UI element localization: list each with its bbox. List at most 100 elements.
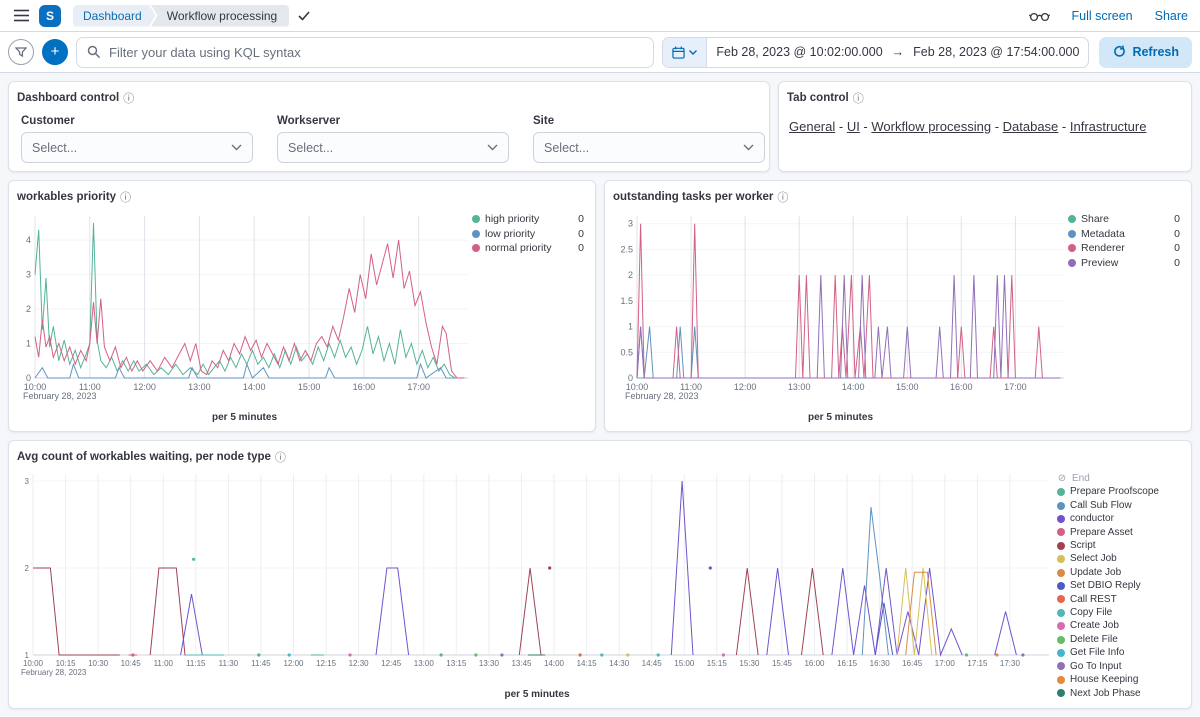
legend-item[interactable]: Renderer 0 [1068, 241, 1180, 256]
legend-label: Delete File [1070, 633, 1118, 645]
add-filter-button[interactable]: + [42, 39, 68, 65]
breadcrumb-current[interactable]: Workflow processing [150, 4, 290, 27]
legend-dot [1057, 488, 1065, 497]
avg-workables-chart[interactable]: 12310:00February 28, 202310:15 10:30 10:45… [17, 468, 1057, 683]
control-label: Site [533, 115, 555, 127]
breadcrumb: Dashboard Workflow processing [73, 4, 310, 27]
workables-priority-chart[interactable]: 0123410:00February 28, 202311:00 12:00 13:… [17, 208, 472, 406]
share-button[interactable]: Share [1155, 9, 1188, 23]
menu-button[interactable] [12, 7, 31, 24]
breadcrumb-dashboard[interactable]: Dashboard [73, 5, 156, 27]
svg-text:11:45: 11:45 [251, 659, 271, 668]
filters-menu-button[interactable] [8, 39, 34, 65]
legend-item[interactable]: high priority 0 [472, 212, 584, 227]
svg-text:16:00: 16:00 [353, 382, 376, 392]
info-icon[interactable]: ⓘ [777, 189, 788, 205]
legend-item[interactable]: low priority 0 [472, 227, 584, 242]
control-customer: Customer Select... [21, 115, 253, 163]
legend-item[interactable]: Select Job [1057, 552, 1185, 565]
saved-check-icon[interactable] [298, 10, 310, 21]
legend-value: 0 [578, 227, 584, 240]
legend-item[interactable]: Call REST [1057, 593, 1185, 606]
refresh-label: Refresh [1132, 45, 1179, 59]
legend-item[interactable]: Prepare Proofscope [1057, 485, 1185, 498]
svg-text:15:00: 15:00 [674, 659, 695, 668]
legend-item[interactable]: conductor [1057, 512, 1185, 525]
full-screen-button[interactable]: Full screen [1072, 9, 1133, 23]
legend-dot [1068, 215, 1076, 224]
legend-item[interactable]: Call Sub Flow [1057, 499, 1185, 512]
legend-item[interactable]: Next Job Phase [1057, 687, 1185, 700]
x-axis-title: per 5 minutes [807, 412, 874, 423]
legend-item[interactable]: Share 0 [1068, 212, 1180, 227]
svg-text:17:00: 17:00 [407, 382, 430, 392]
separator: - [1058, 119, 1070, 134]
legend-item[interactable]: Go To Input [1057, 660, 1185, 673]
customer-select[interactable]: Select... [21, 132, 253, 163]
legend-label: Call REST [1070, 593, 1117, 605]
space-avatar[interactable]: S [39, 4, 61, 27]
svg-text:13:45: 13:45 [511, 659, 532, 668]
legend-item[interactable]: Metadata 0 [1068, 227, 1180, 242]
svg-text:11:00: 11:00 [154, 659, 174, 668]
tab-link-general[interactable]: General [789, 119, 835, 134]
legend-dot [1057, 622, 1065, 631]
info-icon[interactable]: ⓘ [120, 189, 131, 205]
legend-item[interactable]: normal priority 0 [472, 241, 584, 256]
svg-text:13:15: 13:15 [446, 659, 467, 668]
legend-label: normal priority [485, 242, 552, 254]
tab-link-workflow-processing[interactable]: Workflow processing [871, 119, 991, 134]
legend-item[interactable]: House Keeping [1057, 673, 1185, 686]
legend-label: Set DBIO Reply [1070, 580, 1141, 592]
legend-dot [1057, 648, 1065, 657]
tab-link-database[interactable]: Database [1003, 119, 1059, 134]
legend-label: conductor [1070, 513, 1114, 525]
svg-text:13:00: 13:00 [414, 659, 435, 668]
legend-item[interactable]: ⊘ End [1057, 472, 1185, 485]
x-axis-title: per 5 minutes [211, 412, 278, 423]
info-icon[interactable]: ⓘ [275, 449, 286, 465]
select-placeholder: Select... [288, 140, 334, 155]
workserver-select[interactable]: Select... [277, 132, 509, 163]
view-only-glasses-icon[interactable] [1028, 10, 1050, 22]
legend-item[interactable]: Create Job [1057, 619, 1185, 632]
info-icon[interactable]: ⓘ [123, 90, 134, 106]
legend-item[interactable]: Preview 0 [1068, 256, 1180, 271]
legend-label: End [1072, 473, 1090, 484]
legend-item[interactable]: Set DBIO Reply [1057, 579, 1185, 592]
info-icon[interactable]: ⓘ [853, 90, 864, 106]
panel-title: outstanding tasks per worker [613, 191, 774, 203]
kql-search-input[interactable] [109, 44, 644, 60]
svg-text:2: 2 [628, 270, 633, 280]
outstanding-tasks-chart[interactable]: 00.511.522.5310:00February 28, 202311:00… [613, 208, 1068, 406]
legend-label: low priority [485, 227, 536, 240]
legend-dot [1057, 675, 1065, 684]
legend-item[interactable]: Copy File [1057, 606, 1185, 619]
date-quick-select-button[interactable] [663, 37, 708, 67]
check-icon [298, 10, 310, 21]
date-to[interactable]: Feb 28, 2023 @ 17:54:00.000 [904, 45, 1088, 59]
site-select[interactable]: Select... [533, 132, 765, 163]
svg-text:17:00: 17:00 [1004, 382, 1027, 392]
legend-item[interactable]: Delete File [1057, 633, 1185, 646]
calendar-icon [672, 45, 686, 59]
date-range-arrow: → [891, 45, 905, 59]
tab-link-infrastructure[interactable]: Infrastructure [1070, 119, 1147, 134]
legend-dot [1057, 555, 1065, 564]
legend-item[interactable]: Update Job [1057, 566, 1185, 579]
svg-text:15:15: 15:15 [707, 659, 728, 668]
svg-text:13:00: 13:00 [788, 382, 811, 392]
refresh-button[interactable]: Refresh [1099, 36, 1192, 68]
tab-link-ui[interactable]: UI [847, 119, 860, 134]
top-nav: S Dashboard Workflow processing Full scr… [0, 0, 1200, 32]
panel-title: Avg count of workables waiting, per node… [17, 451, 271, 463]
svg-text:15:00: 15:00 [896, 382, 919, 392]
svg-text:14:30: 14:30 [609, 659, 630, 668]
legend-item[interactable]: Get File Info [1057, 646, 1185, 659]
legend-item[interactable]: Prepare Asset [1057, 526, 1185, 539]
svg-text:2.5: 2.5 [620, 244, 633, 254]
legend-item[interactable]: Script [1057, 539, 1185, 552]
svg-text:16:00: 16:00 [804, 659, 825, 668]
date-from[interactable]: Feb 28, 2023 @ 10:02:00.000 [707, 45, 891, 59]
svg-text:10:30: 10:30 [88, 659, 109, 668]
